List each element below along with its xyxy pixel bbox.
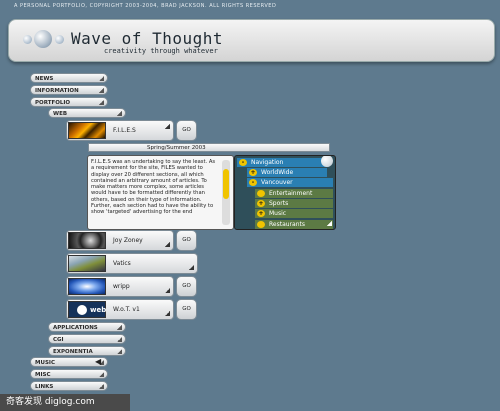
menu-label: WEB	[53, 111, 68, 117]
menu-item-information[interactable]: INFORMATION	[30, 85, 108, 95]
description-scrollbar[interactable]	[222, 160, 230, 225]
menu-label: MUSIC	[35, 360, 55, 366]
project-name: W.o.T. v1	[113, 306, 140, 313]
project-row-joy-zoney[interactable]: Joy Zoney	[66, 230, 174, 251]
description-text: F.I.L.E.S was an undertaking to say the …	[91, 159, 216, 216]
collapse-icon: -	[239, 159, 247, 166]
go-button[interactable]: GO	[176, 299, 197, 320]
nav-tree-row[interactable]: Restaurants	[255, 220, 333, 229]
expand-icon: +	[249, 169, 257, 176]
nav-tree-label: Vancouver	[261, 179, 293, 186]
arrow-icon	[99, 384, 104, 389]
menu-item-applications[interactable]: APPLICATIONS	[48, 322, 126, 332]
site-tagline: creativity through whatever	[104, 47, 218, 55]
menu-label: PORTFOLIO	[35, 100, 71, 106]
arrow-icon	[99, 76, 104, 81]
project-name: wripp	[113, 283, 130, 290]
nav-tree-row[interactable]: - Navigation	[237, 158, 329, 167]
arrow-icon	[99, 372, 104, 377]
arrow-icon	[189, 265, 194, 270]
menu-item-links[interactable]: LINKS	[30, 381, 108, 391]
nav-tree-row[interactable]: - Vancouver	[247, 178, 333, 187]
nav-tree-label: Entertainment	[269, 190, 313, 197]
nav-tree-row[interactable]: + Music	[255, 209, 333, 218]
project-row-wot-v1[interactable]: web W.o.T. v1	[66, 299, 174, 320]
arrow-icon	[327, 221, 332, 226]
bullet-icon	[257, 221, 265, 228]
project-name: Joy Zoney	[113, 237, 143, 244]
wot-thumbnail: web	[68, 301, 106, 318]
copyright-notice: A PERSONAL PORTFOLIO, COPYRIGHT 2003-200…	[14, 3, 277, 9]
menu-item-cgi[interactable]: CGI	[48, 334, 126, 344]
menu-item-exponentia[interactable]: EXPONENTIA	[48, 346, 126, 356]
description-panel: F.I.L.E.S was an undertaking to say the …	[87, 155, 234, 230]
site-header: Wave of Thought creativity through whate…	[8, 19, 495, 62]
site-title: Wave of Thought	[71, 29, 223, 48]
nav-tree-label: Music	[269, 210, 287, 217]
arrow-icon	[165, 242, 170, 247]
nav-tree-row[interactable]: + WorldWide	[247, 168, 327, 177]
project-name: F.I.L.E.S	[113, 127, 136, 134]
menu-label: CGI	[53, 337, 64, 343]
vatics-thumbnail	[68, 255, 106, 272]
watermark: 奇客发现 diglog.com	[0, 394, 130, 411]
menu-label: EXPONENTIA	[53, 349, 93, 355]
site-nav-preview: - Navigation + WorldWide - Vancouver Entert…	[234, 155, 336, 230]
menu-label: INFORMATION	[35, 88, 79, 94]
nav-tree-row[interactable]: Entertainment	[255, 189, 333, 198]
menu-item-web[interactable]: WEB	[48, 108, 126, 118]
globe-icon	[321, 156, 333, 167]
menu-label: MISC	[35, 372, 51, 378]
arrow-icon	[117, 325, 122, 330]
menu-item-news[interactable]: NEWS	[30, 73, 108, 83]
scroll-thumb[interactable]	[223, 169, 229, 199]
project-name: Vatics	[113, 260, 131, 267]
nav-tree-label: Restaurants	[269, 221, 305, 228]
thumbnail-caption: web	[90, 306, 107, 314]
go-button[interactable]: GO	[176, 120, 197, 141]
go-button[interactable]: GO	[176, 230, 197, 251]
nav-tree-label: Navigation	[251, 159, 284, 166]
arrow-icon	[165, 288, 170, 293]
project-date-bar: Spring/Summer 2003	[88, 143, 330, 152]
arrow-icon	[165, 124, 170, 129]
project-row-vatics[interactable]: Vatics	[66, 253, 198, 274]
nav-tree-row[interactable]: + Sports	[255, 199, 333, 208]
nav-tree-label: Sports	[269, 200, 289, 207]
go-button[interactable]: GO	[176, 276, 197, 297]
files-thumbnail	[68, 122, 106, 139]
menu-label: NEWS	[35, 76, 54, 82]
arrow-icon	[99, 88, 104, 93]
arrow-icon	[117, 111, 122, 116]
speaker-icon[interactable]: ◀	[95, 357, 107, 367]
arrow-icon	[117, 337, 122, 342]
nav-tree-label: WorldWide	[261, 169, 294, 176]
wripp-thumbnail	[68, 278, 106, 295]
project-row-files[interactable]: F.I.L.E.S	[66, 120, 174, 141]
collapse-icon: -	[249, 179, 257, 186]
menu-label: LINKS	[35, 384, 54, 390]
arrow-icon	[117, 349, 122, 354]
logo-small-dot-icon	[55, 35, 64, 44]
arrow-icon	[165, 311, 170, 316]
expand-icon: +	[257, 200, 265, 207]
logo-small-dot-icon	[23, 35, 32, 44]
menu-item-portfolio[interactable]: PORTFOLIO	[30, 97, 108, 107]
joy-zoney-thumbnail	[68, 232, 106, 249]
logo-dot-icon	[34, 30, 52, 48]
bullet-icon	[257, 190, 265, 197]
menu-item-misc[interactable]: MISC	[30, 369, 108, 379]
expand-icon: +	[257, 210, 265, 217]
menu-label: APPLICATIONS	[53, 325, 98, 331]
logo-circle-icon	[77, 305, 87, 315]
project-row-wripp[interactable]: wripp	[66, 276, 174, 297]
arrow-icon	[99, 100, 104, 105]
